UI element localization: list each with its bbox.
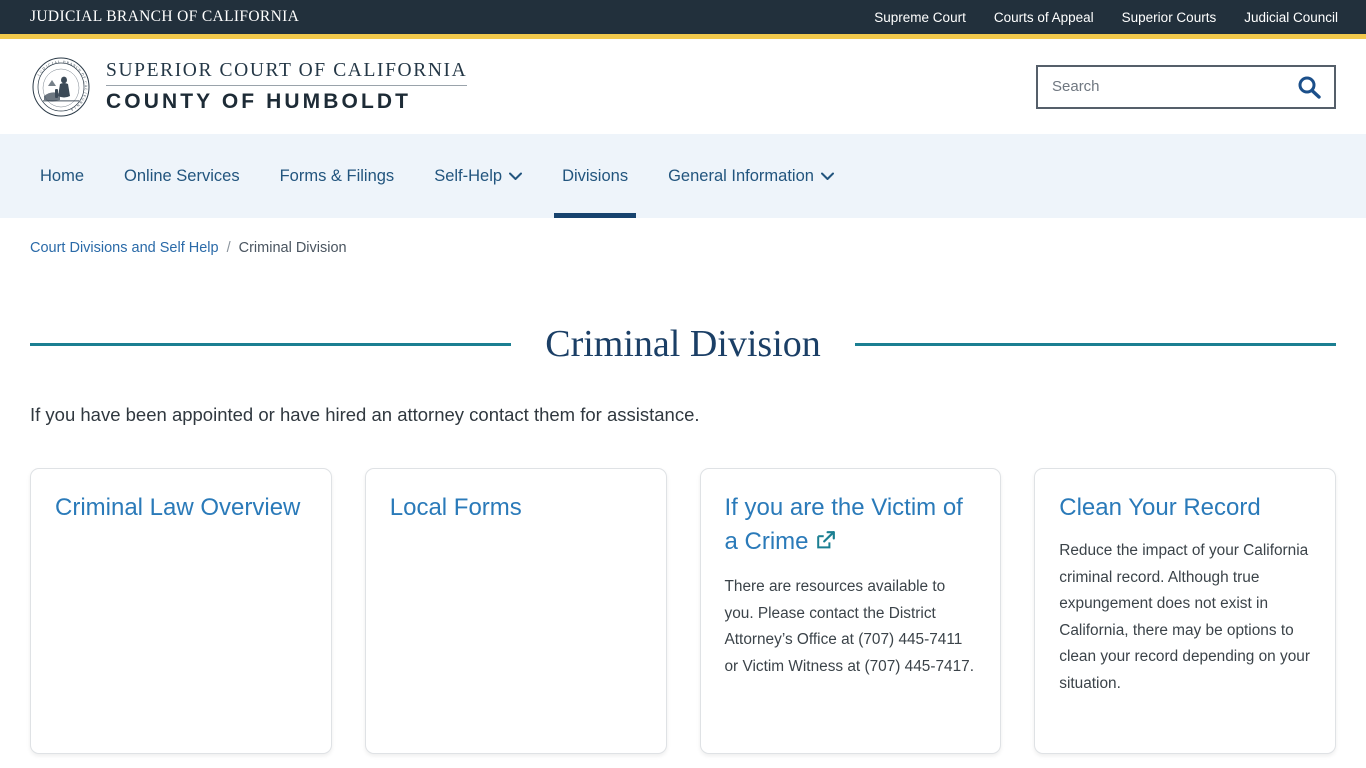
title-rule-left <box>30 342 512 346</box>
svg-text:L: L <box>58 59 61 63</box>
site-logo[interactable]: J U D I C I A L B R A N C H O F C A L I <box>30 56 468 118</box>
page-title: Criminal Division <box>545 323 821 365</box>
title-rule-right <box>854 342 1336 346</box>
chevron-down-icon <box>820 168 834 185</box>
card-title-text: If you are the Victim of a Crime <box>724 494 963 556</box>
card-local-forms[interactable]: Local Forms <box>364 468 667 754</box>
nav-item-divisions[interactable]: Divisions <box>542 134 648 218</box>
judicial-branch-brand-text: JUDICIAL BRANCH OF CALIFORNIA <box>30 8 300 25</box>
nav-item-home[interactable]: Home <box>30 134 104 218</box>
external-link-icon <box>815 527 837 561</box>
search-submit-button[interactable] <box>1294 74 1324 100</box>
nav-item-self-help[interactable]: Self-Help <box>414 134 542 218</box>
card-body-text: Reduce the impact of your California cri… <box>1059 542 1310 692</box>
breadcrumb-current: Criminal Division <box>238 240 347 256</box>
card-clean-your-record[interactable]: Clean Your Record Reduce the impact of y… <box>1034 468 1336 754</box>
card-title-link[interactable]: Clean Your Record <box>1059 491 1311 525</box>
chevron-down-icon <box>509 168 523 185</box>
nav-item-forms-and-filings[interactable]: Forms & Filings <box>260 134 415 218</box>
top-utility-bar: JUDICIAL BRANCH OF CALIFORNIA Supreme Co… <box>0 0 1366 34</box>
nav-item-online-services[interactable]: Online Services <box>104 134 260 218</box>
wordmark-superior-court: SUPERIOR COURT OF CALIFORNIA <box>106 60 468 86</box>
court-wordmark: SUPERIOR COURT OF CALIFORNIA COUNTY OF H… <box>106 60 468 114</box>
breadcrumb-link-parent[interactable]: Court Divisions and Self Help <box>30 240 219 256</box>
search-input[interactable] <box>1050 77 1294 96</box>
topbar-link-courts-of-appeal[interactable]: Courts of Appeal <box>994 10 1094 25</box>
topbar-link-judicial-council[interactable]: Judicial Council <box>1244 10 1338 25</box>
site-masthead: J U D I C I A L B R A N C H O F C A L I <box>0 39 1366 134</box>
card-grid: Criminal Law Overview Local Forms If you… <box>30 468 1336 754</box>
nav-label-online-services: Online Services <box>124 166 240 185</box>
search-icon <box>1298 76 1321 99</box>
main-navigation: Home Online Services Forms & Filings Sel… <box>0 134 1366 218</box>
topbar-link-superior-courts[interactable]: Superior Courts <box>1122 10 1217 25</box>
card-body-text: There are resources available to you. Pl… <box>724 578 975 675</box>
breadcrumb-separator: / <box>226 240 231 256</box>
top-utility-links: Supreme Court Courts of Appeal Superior … <box>874 10 1338 25</box>
page-title-row: Criminal Division <box>30 322 1336 366</box>
page-intro-text: If you have been appointed or have hired… <box>30 404 700 425</box>
search-box[interactable] <box>1036 64 1336 109</box>
card-criminal-law-overview[interactable]: Criminal Law Overview <box>30 468 332 754</box>
card-title-link[interactable]: Criminal Law Overview <box>55 491 307 525</box>
page-content: Court Divisions and Self Help / Criminal… <box>0 218 1366 754</box>
nav-item-general-information[interactable]: General Information <box>648 134 854 218</box>
wordmark-county: COUNTY OF HUMBOLDT <box>106 89 412 113</box>
nav-label-general-information: General Information <box>668 166 814 185</box>
judicial-branch-seal-icon: J U D I C I A L B R A N C H O F C A L I <box>32 57 90 116</box>
card-title-link[interactable]: Local Forms <box>390 491 642 525</box>
card-victim-of-a-crime[interactable]: If you are the Victim of a Crime There a… <box>699 468 1002 754</box>
svg-text:L: L <box>84 88 88 91</box>
nav-label-divisions: Divisions <box>562 166 629 185</box>
nav-label-self-help: Self-Help <box>434 166 503 185</box>
nav-label-home: Home <box>40 166 85 185</box>
topbar-link-supreme-court[interactable]: Supreme Court <box>874 10 966 25</box>
card-title-link[interactable]: If you are the Victim of a Crime <box>725 491 977 561</box>
breadcrumb: Court Divisions and Self Help / Criminal… <box>30 218 1336 256</box>
nav-label-forms-and-filings: Forms & Filings <box>279 166 395 185</box>
